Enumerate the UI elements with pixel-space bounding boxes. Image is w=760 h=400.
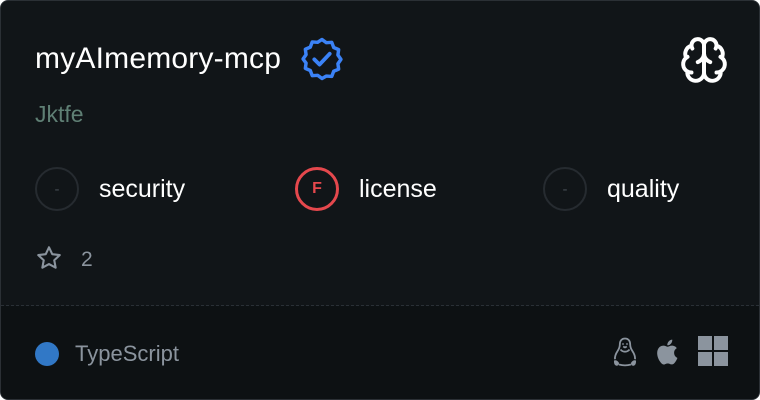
license-grade-badge: F bbox=[295, 167, 339, 211]
star-icon bbox=[35, 244, 63, 277]
security-grade-badge: - bbox=[35, 167, 79, 211]
card-footer: TypeScript bbox=[1, 306, 759, 399]
quality-score[interactable]: - quality bbox=[543, 165, 679, 213]
quality-label: quality bbox=[607, 174, 680, 203]
server-card[interactable]: myAImemory-mcp Jktfe - security F licens… bbox=[0, 0, 760, 400]
security-score[interactable]: - security bbox=[35, 165, 185, 213]
license-score[interactable]: F license bbox=[295, 165, 437, 213]
language-color-dot bbox=[35, 342, 59, 366]
brain-icon bbox=[679, 35, 729, 85]
language-name: TypeScript bbox=[75, 341, 179, 366]
server-name[interactable]: myAImemory-mcp bbox=[35, 42, 281, 76]
linux-icon bbox=[611, 336, 641, 368]
verified-badge-icon bbox=[299, 36, 345, 82]
star-count-value: 2 bbox=[81, 248, 93, 271]
language: TypeScript bbox=[35, 340, 179, 368]
quality-grade-badge: - bbox=[543, 167, 587, 211]
star-count[interactable]: 2 bbox=[35, 245, 93, 275]
license-label: license bbox=[359, 174, 437, 203]
author-name[interactable]: Jktfe bbox=[35, 101, 84, 128]
apple-icon bbox=[655, 336, 685, 368]
windows-icon bbox=[698, 336, 728, 368]
title-row: myAImemory-mcp bbox=[35, 37, 345, 81]
security-label: security bbox=[99, 174, 186, 203]
